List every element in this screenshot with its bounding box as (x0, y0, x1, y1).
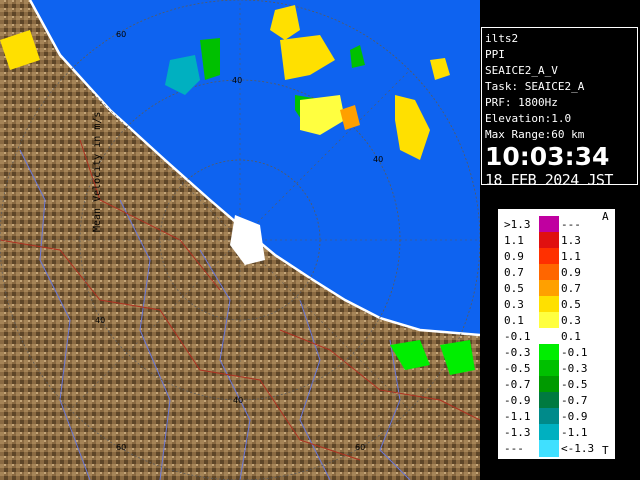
legend-lower-bound: -0.7 (504, 378, 531, 391)
range-label-sw-60: 60 (116, 443, 126, 452)
legend-lower-bound: -0.3 (504, 346, 531, 359)
legend-upper-bound: 0.3 (561, 314, 581, 327)
legend-upper-bound: 0.1 (561, 330, 581, 343)
legend-color-swatch (539, 216, 559, 233)
legend-upper-bound: 1.1 (561, 250, 581, 263)
elevation-value: Elevation:1.0 (485, 112, 572, 125)
legend-color-swatch (539, 248, 559, 265)
legend-lower-bound: -0.9 (504, 394, 531, 407)
legend-row: >1.3 --- (499, 216, 614, 233)
legend-row: -0.9 -0.7 (499, 392, 614, 409)
scan-date: 18 FEB 2024 JST (485, 171, 613, 189)
velocity-legend: >1.3 --- 1.1 1.3 0.9 1.1 0.7 0.9 0.5 0.7 0.3 0.5 0.1… (498, 209, 615, 459)
legend-upper-bound: -0.1 (561, 346, 588, 359)
legend-row: -0.5 -0.3 (499, 360, 614, 377)
legend-color-swatch (539, 392, 559, 409)
legend-color-swatch (539, 376, 559, 393)
range-label-s-40: 40 (233, 396, 243, 405)
legend-row: -1.1 -0.9 (499, 408, 614, 425)
legend-upper-bound: 0.7 (561, 282, 581, 295)
radar-ppi-map[interactable]: 60 40 40 40 40 60 60 (0, 0, 480, 480)
range-label-se-60: 60 (355, 443, 365, 452)
site-name: ilts2 (485, 32, 519, 45)
legend-upper-bound: --- (561, 218, 581, 231)
legend-lower-bound: -0.1 (504, 330, 531, 343)
legend-row: -0.7 -0.5 (499, 376, 614, 393)
range-label-e-40: 40 (373, 155, 383, 164)
legend-upper-bound: <-1.3 (561, 442, 595, 455)
legend-color-swatch (539, 232, 559, 249)
legend-upper-bound: 1.3 (561, 234, 581, 247)
legend-row: 1.1 1.3 (499, 232, 614, 249)
legend-color-swatch (539, 360, 559, 377)
legend-color-swatch (539, 296, 559, 313)
legend-upper-bound: -0.7 (561, 394, 588, 407)
legend-lower-bound: -1.3 (504, 426, 531, 439)
legend-lower-bound: 0.5 (504, 282, 524, 295)
prf-value: PRF: 1800Hz (485, 96, 558, 109)
legend-lower-bound: 0.7 (504, 266, 524, 279)
legend-row: 0.7 0.9 (499, 264, 614, 281)
legend-color-swatch (539, 328, 559, 345)
legend-upper-bound: -0.3 (561, 362, 588, 375)
range-label-ne-40: 40 (232, 76, 242, 85)
legend-row: -0.3 -0.1 (499, 344, 614, 361)
legend-row: -1.3 -1.1 (499, 424, 614, 441)
range-label-north: 60 (116, 30, 126, 39)
legend-lower-bound: 0.1 (504, 314, 524, 327)
legend-color-swatch (539, 408, 559, 425)
legend-color-swatch (539, 312, 559, 329)
legend-color-swatch (539, 264, 559, 281)
product-name: SEAICE2_A_V (485, 64, 558, 77)
scan-time: 10:03:34 (485, 142, 610, 171)
legend-row: 0.1 0.3 (499, 312, 614, 329)
legend-color-swatch (539, 344, 559, 361)
legend-row: 0.5 0.7 (499, 280, 614, 297)
legend-lower-bound: -1.1 (504, 410, 531, 423)
legend-lower-bound: -0.5 (504, 362, 531, 375)
legend-lower-bound: 1.1 (504, 234, 524, 247)
scan-type: PPI (485, 48, 505, 61)
max-range-value: Max Range:60 km (485, 128, 585, 141)
legend-lower-bound: >1.3 (504, 218, 531, 231)
scan-info-panel: ilts2 PPI SEAICE2_A_V Task: SEAICE2_A PR… (481, 27, 638, 189)
legend-title: Mean Velocity in m/s (92, 111, 103, 232)
legend-color-swatch (539, 424, 559, 441)
legend-upper-bound: 0.9 (561, 266, 581, 279)
range-label-sw-40: 40 (95, 316, 105, 325)
legend-upper-bound: 0.5 (561, 298, 581, 311)
legend-lower-bound: --- (504, 442, 524, 455)
legend-row: 0.9 1.1 (499, 248, 614, 265)
legend-lower-bound: 0.9 (504, 250, 524, 263)
task-name: Task: SEAICE2_A (485, 80, 585, 93)
legend-lower-bound: 0.3 (504, 298, 524, 311)
legend-color-swatch (539, 440, 559, 457)
legend-bottom-marker: T (602, 444, 609, 457)
legend-row: 0.3 0.5 (499, 296, 614, 313)
legend-color-swatch (539, 280, 559, 297)
legend-upper-bound: -0.9 (561, 410, 588, 423)
legend-upper-bound: -0.5 (561, 378, 588, 391)
legend-row: --- <-1.3 (499, 440, 614, 457)
legend-upper-bound: -1.1 (561, 426, 588, 439)
legend-row: -0.1 0.1 (499, 328, 614, 345)
legend-top-marker: A (602, 210, 609, 223)
